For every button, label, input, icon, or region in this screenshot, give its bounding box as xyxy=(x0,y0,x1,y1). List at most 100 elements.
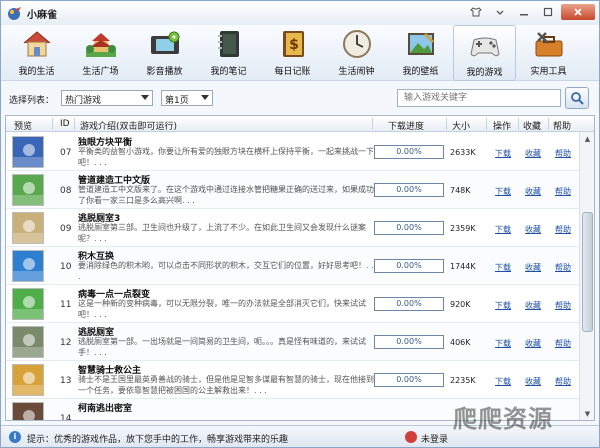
tool-utilities[interactable]: 实用工具 xyxy=(517,25,580,81)
maximize-button[interactable] xyxy=(537,4,559,20)
user-icon xyxy=(405,431,417,443)
game-id: 07 xyxy=(60,148,72,158)
download-progress: 0.00% xyxy=(374,259,444,273)
help-link[interactable]: 帮助 xyxy=(555,300,571,311)
col-preview[interactable]: 预览 xyxy=(14,119,32,132)
download-link[interactable]: 下载 xyxy=(495,300,511,311)
favorite-link[interactable]: 收藏 xyxy=(525,376,541,387)
game-description xyxy=(78,412,374,420)
search-icon xyxy=(571,92,584,105)
game-thumbnail[interactable] xyxy=(12,402,44,420)
help-link[interactable]: 帮助 xyxy=(555,376,571,387)
download-link[interactable]: 下载 xyxy=(495,186,511,197)
download-progress: 0.00% xyxy=(374,145,444,159)
game-thumbnail[interactable] xyxy=(12,288,44,320)
tool-label: 实用工具 xyxy=(530,67,567,77)
progress-text: 0.00% xyxy=(396,299,422,308)
favorite-link[interactable]: 收藏 xyxy=(525,262,541,273)
col-help[interactable]: 帮助 xyxy=(553,119,571,132)
game-thumbnail[interactable] xyxy=(12,212,44,244)
page-select[interactable]: 第1页 xyxy=(161,90,213,106)
tool-my-games[interactable]: 我的游戏 xyxy=(453,25,516,81)
download-link[interactable]: 下载 xyxy=(495,338,511,349)
film-icon xyxy=(150,31,179,54)
table-row[interactable]: 07 独眼方块平衡 平衡类的益智小游戏，你要让所有爱的独眼方块在横杆上保持平衡，一起… xyxy=(6,133,580,171)
col-progress[interactable]: 下载进度 xyxy=(388,119,424,132)
tool-label: 我的壁纸 xyxy=(402,67,439,77)
favorite-link[interactable]: 收藏 xyxy=(525,186,541,197)
vertical-scrollbar[interactable]: ▲ ▼ xyxy=(579,132,594,420)
column-divider xyxy=(548,118,549,130)
favorite-link[interactable]: 收藏 xyxy=(525,148,541,159)
menu-icon[interactable] xyxy=(489,4,511,20)
game-thumbnail[interactable] xyxy=(12,136,44,168)
tool-media-player[interactable]: 影音播放 xyxy=(133,25,196,81)
minimize-button[interactable] xyxy=(513,4,535,20)
table-row[interactable]: 08 管道建造工中文版 管道建造工中文版来了。在这个游戏中通过连接水管把糖果正确的送… xyxy=(6,171,580,209)
tool-label: 生活广场 xyxy=(82,67,119,77)
chevron-down-icon xyxy=(201,95,209,100)
progress-text: 0.00% xyxy=(396,147,422,156)
tool-life-plaza[interactable]: 生活广场 xyxy=(69,25,132,81)
game-id: 10 xyxy=(60,262,72,272)
app-window: 小麻雀 我的生活 生活广场 影音播放 我的笔记 $ 每日记账 生活闹钟 我的壁纸… xyxy=(0,0,600,448)
list-select-value: 热门游戏 xyxy=(65,96,102,106)
game-thumbnail[interactable] xyxy=(12,250,44,282)
help-link[interactable]: 帮助 xyxy=(555,262,571,273)
table-row[interactable]: 13 智慧骑士救公主 骑士不是王国里最英勇善战的骑士，但是他是足智多谋最有智慧的骑士… xyxy=(6,361,580,399)
table-row[interactable]: 11 病毒一点一点裂变 这是一种新的变种病毒，可以无限分裂，唯一的办法就是全部消灭它… xyxy=(6,285,580,323)
login-status[interactable]: 未登录 xyxy=(421,432,448,445)
game-size: 2359K xyxy=(450,224,476,233)
game-table: 预览 ID 游戏介绍(双击即可运行) 下载进度 大小 操作 收藏 帮助 07 独眼… xyxy=(5,115,595,421)
table-row[interactable]: 09 逃脱厕室3 逃脱厕室第三部。卫生间也升级了，上流了不少。在如此卫生间又会发现什… xyxy=(6,209,580,247)
favorite-link[interactable]: 收藏 xyxy=(525,338,541,349)
col-favorite[interactable]: 收藏 xyxy=(523,119,541,132)
tool-label: 我的笔记 xyxy=(210,67,247,77)
list-select[interactable]: 热门游戏 xyxy=(61,90,153,106)
tool-daily-ledger[interactable]: $ 每日记账 xyxy=(261,25,324,81)
help-link[interactable]: 帮助 xyxy=(555,224,571,235)
help-link[interactable]: 帮助 xyxy=(555,338,571,349)
col-action[interactable]: 操作 xyxy=(493,119,511,132)
search-button[interactable] xyxy=(565,87,589,109)
scroll-down-icon[interactable]: ▼ xyxy=(581,407,594,420)
download-link[interactable]: 下载 xyxy=(495,224,511,235)
col-intro[interactable]: 游戏介绍(双击即可运行) xyxy=(80,119,177,132)
game-thumbnail[interactable] xyxy=(12,364,44,396)
help-link[interactable]: 帮助 xyxy=(555,148,571,159)
tool-my-wallpaper[interactable]: 我的壁纸 xyxy=(389,25,452,81)
tool-label: 我的生活 xyxy=(18,67,55,77)
col-size[interactable]: 大小 xyxy=(452,119,470,132)
game-search-input[interactable] xyxy=(397,89,561,107)
col-id[interactable]: ID xyxy=(60,119,70,129)
skin-icon[interactable] xyxy=(465,4,487,20)
table-row[interactable]: 10 积木互换 要消除绿色的积木哟，可以点击不同形状的积木，交互它们的位置，好好思考… xyxy=(6,247,580,285)
game-thumbnail[interactable] xyxy=(12,326,44,358)
title-bar: 小麻雀 xyxy=(1,1,599,25)
download-link[interactable]: 下载 xyxy=(495,148,511,159)
game-description: 逃脱厕室第三部。卫生间也升级了，上流了不少。在如此卫生间又会发现什么谜案呢？. … xyxy=(78,223,366,243)
game-id: 14 xyxy=(60,414,72,421)
close-button[interactable] xyxy=(561,4,595,20)
game-size: 2235K xyxy=(450,376,476,385)
table-row[interactable]: 12 逃脱厕室 逃脱厕室第一部。一出场就是一间简易的卫生间，呃。。。真是怪有味道的，… xyxy=(6,323,580,361)
column-divider xyxy=(446,118,447,130)
tool-my-notes[interactable]: 我的笔记 xyxy=(197,25,260,81)
game-thumbnail[interactable] xyxy=(12,174,44,206)
favorite-link[interactable]: 收藏 xyxy=(525,224,541,235)
tool-my-life[interactable]: 我的生活 xyxy=(5,25,68,81)
download-link[interactable]: 下载 xyxy=(495,262,511,273)
tool-alarm-clock[interactable]: 生活闹钟 xyxy=(325,25,388,81)
download-link[interactable]: 下载 xyxy=(495,376,511,387)
filter-bar: 选择列表： 热门游戏 第1页 xyxy=(1,85,599,111)
favorite-link[interactable]: 收藏 xyxy=(525,300,541,311)
tool-label: 影音播放 xyxy=(146,67,183,77)
game-id: 08 xyxy=(60,186,72,196)
progress-text: 0.00% xyxy=(396,261,422,270)
watermark-text: 爬爬资源 xyxy=(453,405,553,433)
game-id: 13 xyxy=(60,376,72,386)
tool-label: 我的游戏 xyxy=(466,68,503,78)
scrollbar-thumb[interactable] xyxy=(582,212,593,332)
scroll-up-icon[interactable]: ▲ xyxy=(581,132,594,146)
help-link[interactable]: 帮助 xyxy=(555,186,571,197)
